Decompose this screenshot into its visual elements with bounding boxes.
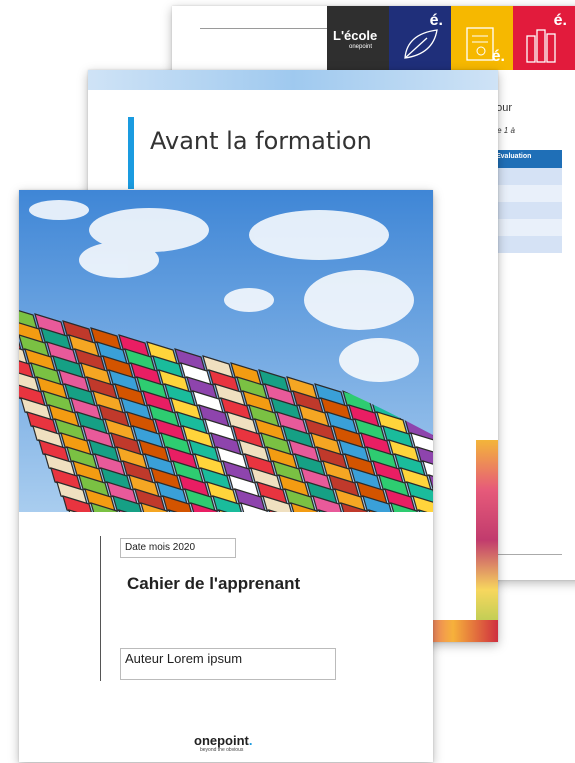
brand-tile-blue: é.: [389, 6, 451, 70]
logo-dot: .: [248, 733, 253, 748]
accent-bar: [128, 117, 134, 189]
cover-photo: [19, 190, 433, 512]
school-name: L'école: [333, 28, 378, 43]
document-title: Cahier de l'apprenant: [127, 574, 301, 593]
cover-rule: [100, 536, 101, 681]
photo-edge-strip: [476, 440, 498, 640]
books-icon: [526, 29, 556, 63]
brand-tile-red: é.: [513, 6, 575, 70]
cover-page: Date mois 2020 Cahier de l'apprenant Aut…: [19, 190, 433, 762]
sky-edge-strip: [88, 70, 498, 90]
document-icon: [466, 27, 494, 61]
author-field: Auteur Lorem ipsum: [120, 648, 336, 680]
logo-name: onepoint: [194, 733, 249, 748]
ecole-brand-banner: L'école onepoint é. é. é.: [327, 6, 575, 70]
logo-tagline: beyond the obvious: [200, 747, 244, 753]
onepoint-logo: onepoint.: [194, 733, 253, 748]
date-field: Date mois 2020: [120, 538, 236, 558]
section-title: Avant la formation: [150, 127, 372, 155]
brand-tile-dark: L'école onepoint: [327, 6, 389, 70]
brand-tile-yellow: é.: [451, 6, 513, 70]
school-sub: onepoint: [349, 44, 373, 50]
leaf-icon: [404, 29, 438, 59]
